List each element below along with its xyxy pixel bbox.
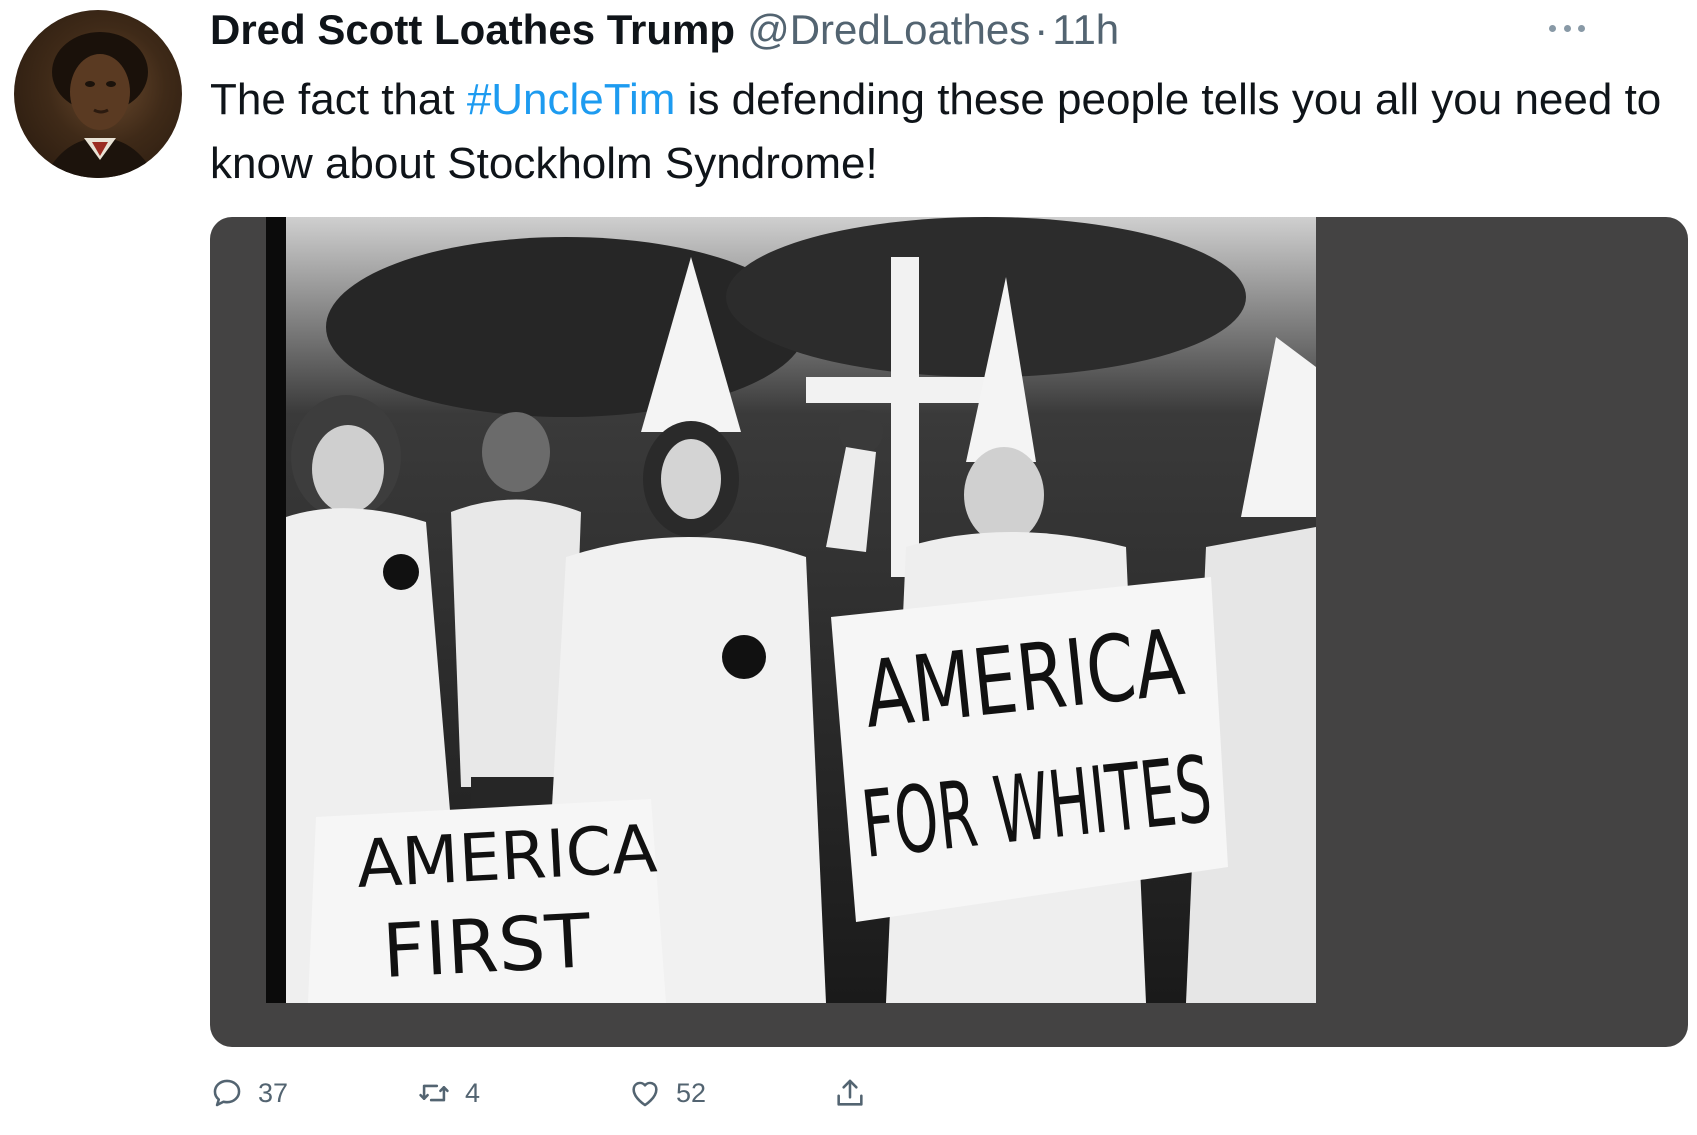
reply-button[interactable]: 37 <box>210 1068 288 1118</box>
retweet-count: 4 <box>465 1077 481 1108</box>
tweet-actions: 37 4 52 <box>210 1068 910 1118</box>
reply-count: 37 <box>258 1077 289 1108</box>
tweet-media[interactable]: AMERICA FIRST AMERICA FOR WHITES <box>210 217 1688 1047</box>
separator-dot: · <box>1034 6 1049 53</box>
sign-1-line-2: FIRST <box>380 898 593 995</box>
tweet-text: The fact that #UncleTim is defending the… <box>210 68 1690 196</box>
tweet[interactable]: Dred Scott Loathes Trump @DredLoathes · … <box>0 0 1697 1135</box>
like-count: 52 <box>676 1077 707 1108</box>
author-handle[interactable]: @DredLoathes <box>747 6 1030 54</box>
like-icon <box>632 1081 658 1107</box>
avatar-portrait <box>44 32 156 178</box>
like-button[interactable]: 52 <box>628 1068 706 1118</box>
share-button[interactable] <box>833 1068 867 1118</box>
tweet-photo[interactable]: AMERICA FIRST AMERICA FOR WHITES <box>266 217 1316 1003</box>
author-avatar[interactable] <box>14 10 182 178</box>
tweet-timestamp[interactable]: 11h <box>1052 6 1119 54</box>
photo-scene: AMERICA FIRST AMERICA FOR WHITES <box>266 217 1316 1003</box>
tweet-text-before: The fact that <box>210 75 467 124</box>
reply-icon <box>213 1079 241 1107</box>
tweet-header: Dred Scott Loathes Trump @DredLoathes · … <box>210 6 1119 62</box>
hashtag-link[interactable]: #UncleTim <box>467 75 676 124</box>
author-display-name[interactable]: Dred Scott Loathes Trump <box>210 6 735 54</box>
share-icon <box>837 1079 863 1106</box>
more-icon[interactable] <box>1549 16 1585 40</box>
sign-1-line-1: AMERICA <box>355 810 659 903</box>
retweet-button[interactable]: 4 <box>417 1068 480 1118</box>
retweet-icon <box>419 1084 449 1102</box>
